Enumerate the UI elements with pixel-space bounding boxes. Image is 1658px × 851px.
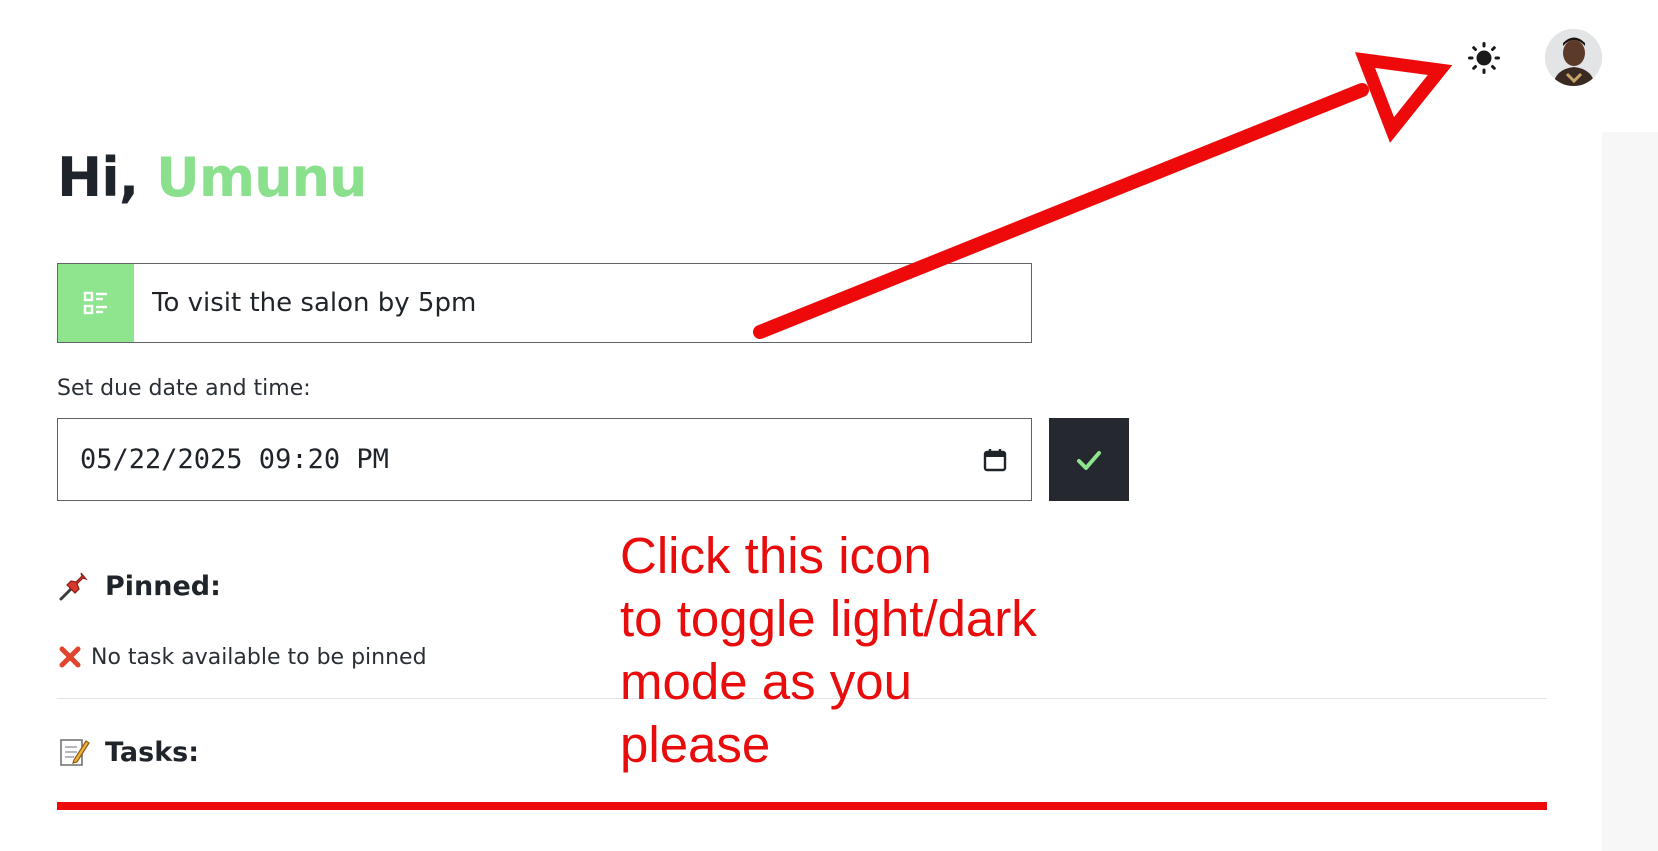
confirm-task-button[interactable] bbox=[1049, 418, 1129, 501]
main-content: Hi, Umunu Set due date and time: 05/22/2… bbox=[0, 132, 1602, 851]
annotation-text: Click this icon to toggle light/dark mod… bbox=[620, 527, 1037, 773]
pinned-heading: Pinned: bbox=[57, 569, 221, 603]
task-icon-box bbox=[58, 264, 134, 342]
tasks-heading: Tasks: bbox=[57, 735, 199, 769]
task-input[interactable] bbox=[134, 264, 1031, 342]
sun-icon bbox=[1468, 42, 1500, 74]
user-name: Umunu bbox=[156, 146, 367, 209]
tasks-title: Tasks: bbox=[105, 736, 200, 768]
due-datetime-input[interactable]: 05/22/2025 09:20 PM bbox=[57, 418, 1032, 501]
check-icon bbox=[1077, 450, 1101, 470]
avatar-photo bbox=[1545, 29, 1602, 86]
empty-pinned-text: No task available to be pinned bbox=[91, 644, 427, 670]
cross-mark-icon bbox=[59, 646, 81, 668]
due-datetime-value[interactable]: 05/22/2025 09:20 PM bbox=[80, 444, 981, 475]
greeting-prefix: Hi, bbox=[57, 146, 157, 209]
tasks-underline bbox=[57, 802, 1547, 810]
theme-toggle-button[interactable] bbox=[1464, 38, 1504, 78]
right-gutter bbox=[1602, 132, 1658, 851]
pushpin-icon bbox=[59, 572, 88, 601]
greeting-heading: Hi, Umunu bbox=[57, 144, 367, 212]
pinned-title: Pinned: bbox=[105, 570, 221, 602]
list-icon bbox=[83, 291, 107, 315]
user-avatar[interactable] bbox=[1545, 29, 1602, 86]
empty-pinned-message: No task available to be pinned bbox=[57, 644, 427, 670]
top-bar bbox=[0, 0, 1658, 132]
calendar-icon[interactable] bbox=[981, 446, 1009, 474]
due-date-label: Set due date and time: bbox=[57, 376, 311, 401]
task-input-group bbox=[57, 263, 1032, 343]
memo-icon bbox=[60, 739, 90, 766]
